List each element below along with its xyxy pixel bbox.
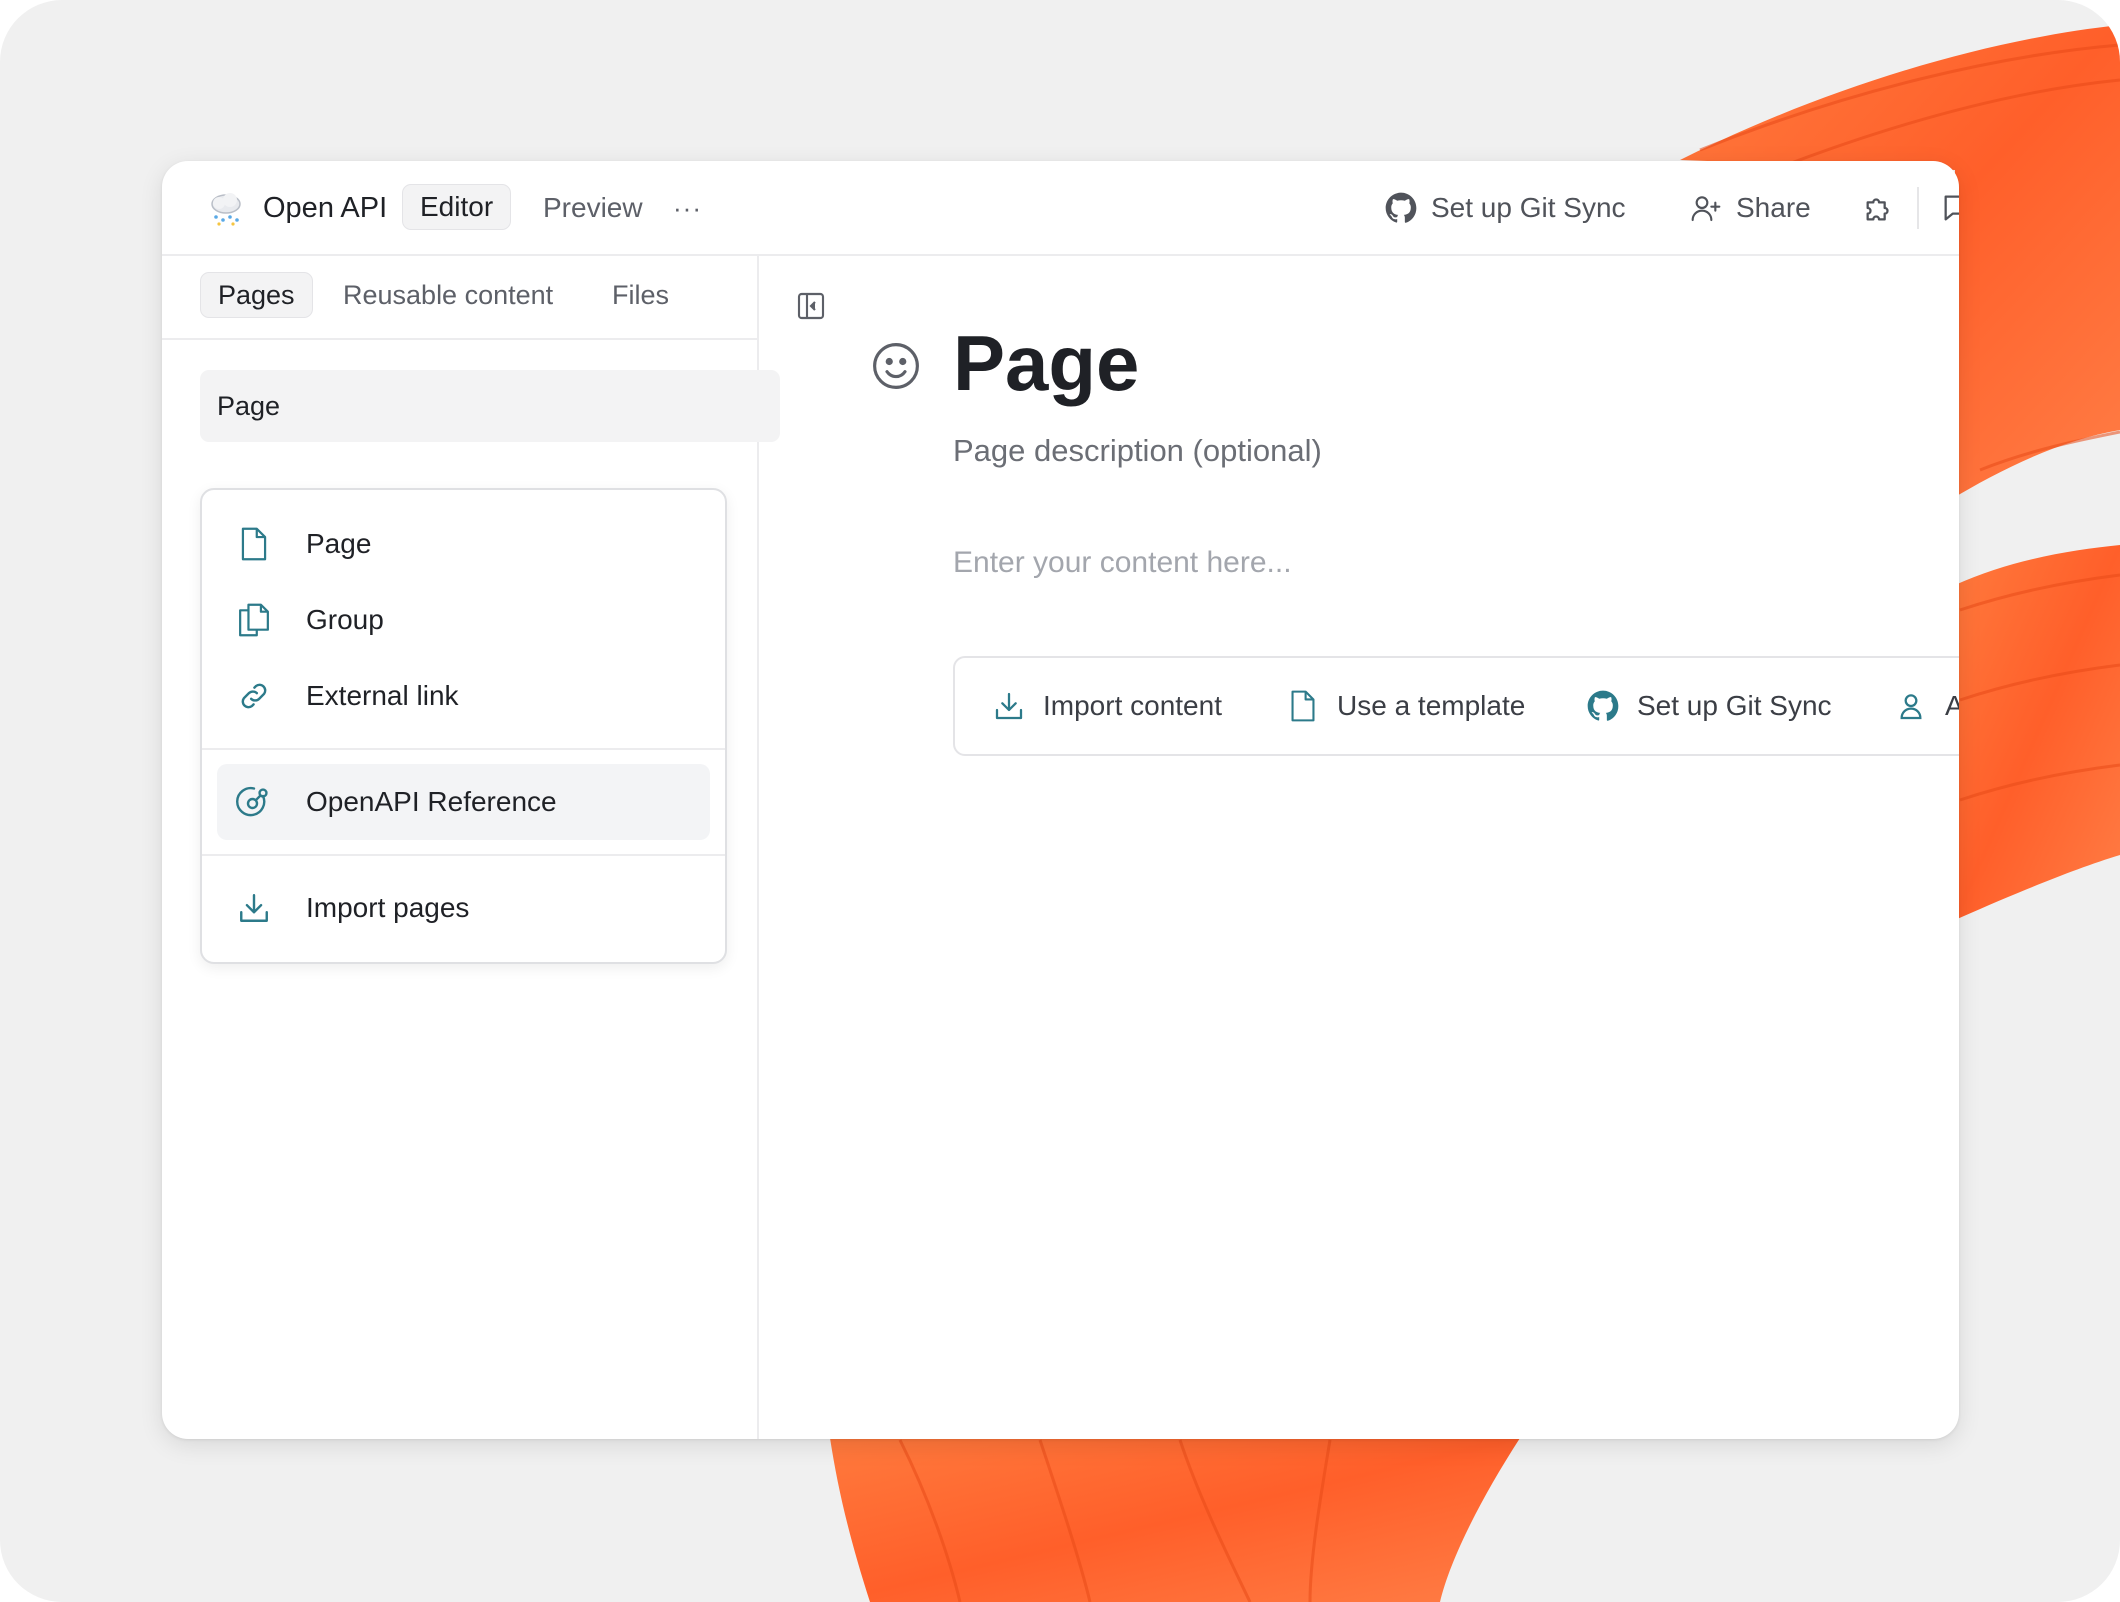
menu-item-label: Group — [306, 604, 384, 635]
menu-item-external-link[interactable]: External link — [217, 658, 710, 734]
menu-item-label: Import pages — [306, 892, 470, 923]
files-icon — [234, 600, 274, 640]
tab-files[interactable]: Files — [612, 272, 669, 318]
page-emoji-button[interactable] — [869, 339, 923, 393]
tab-pages[interactable]: Pages — [200, 272, 313, 318]
user-icon — [1895, 690, 1945, 722]
git-sync-label: Set up Git Sync — [1431, 192, 1626, 223]
action-label: Use a template — [1337, 690, 1526, 721]
menu-divider — [202, 748, 725, 750]
download-icon — [993, 690, 1043, 722]
menu-item-label: Page — [306, 528, 372, 559]
action-label: A — [1945, 690, 1959, 721]
tab-reusable-content[interactable]: Reusable content — [343, 272, 553, 318]
download-icon — [234, 888, 274, 928]
import-content-button[interactable]: Import content — [993, 658, 1222, 754]
page-title[interactable]: Page — [953, 313, 1139, 413]
file-icon — [234, 524, 274, 564]
more-options-button[interactable]: ··· — [673, 185, 702, 231]
menu-item-import-pages[interactable]: Import pages — [217, 870, 710, 946]
openapi-icon — [234, 782, 274, 822]
content-editor[interactable]: Enter your content here... — [953, 542, 1292, 584]
top-bar: Open API Editor Preview ··· Set up Git S… — [162, 161, 1959, 256]
user-plus-icon — [1690, 192, 1722, 224]
share-button[interactable]: Share — [1690, 185, 1811, 231]
sidebar-tabs: Pages Reusable content Files — [162, 256, 757, 340]
menu-item-group[interactable]: Group — [217, 582, 710, 658]
smiley-icon — [869, 343, 923, 397]
comment-icon — [1940, 191, 1959, 225]
share-label: Share — [1736, 192, 1811, 223]
page-description-input[interactable]: Page description (optional) — [953, 428, 1322, 474]
action-label: Set up Git Sync — [1637, 690, 1832, 721]
menu-item-label: External link — [306, 680, 459, 711]
puzzle-icon — [1862, 191, 1896, 225]
app-window: Open API Editor Preview ··· Set up Git S… — [162, 161, 1959, 1439]
github-icon — [1385, 192, 1417, 224]
github-icon — [1587, 690, 1637, 722]
git-sync-action-button[interactable]: Set up Git Sync — [1587, 658, 1832, 754]
menu-item-openapi-reference[interactable]: OpenAPI Reference — [217, 764, 710, 840]
assign-button[interactable]: A — [1895, 658, 1959, 754]
quick-actions-bar: Import content Use a template Set up Git… — [953, 656, 1959, 756]
action-label: Import content — [1043, 690, 1222, 721]
menu-item-page[interactable]: Page — [217, 506, 710, 582]
integrations-button[interactable] — [1862, 185, 1896, 231]
comments-button[interactable] — [1940, 185, 1959, 231]
site-name[interactable]: Open API — [263, 188, 387, 228]
sidebar-item-page[interactable]: Page — [200, 370, 780, 442]
toolbar-divider — [1917, 187, 1919, 229]
preview-button[interactable]: Preview — [543, 185, 643, 231]
menu-item-label: OpenAPI Reference — [306, 786, 557, 817]
sidebar-collapse-icon — [795, 290, 827, 327]
sidebar: Pages Reusable content Files Page Page G… — [162, 256, 780, 1439]
add-page-menu: Page Group External link OpenAPI Referen… — [200, 488, 727, 964]
background-frame: Open API Editor Preview ··· Set up Git S… — [0, 0, 2120, 1602]
cloud-rain-icon[interactable] — [206, 189, 246, 229]
link-icon — [234, 676, 274, 716]
editor-button[interactable]: Editor — [402, 184, 512, 230]
editor-main: Page Page description (optional) Enter y… — [759, 256, 1959, 1439]
file-icon — [1287, 689, 1337, 723]
menu-divider — [202, 854, 725, 856]
sidebar-toggle-button[interactable] — [791, 288, 831, 328]
git-sync-button[interactable]: Set up Git Sync — [1385, 185, 1626, 231]
use-template-button[interactable]: Use a template — [1287, 658, 1525, 754]
